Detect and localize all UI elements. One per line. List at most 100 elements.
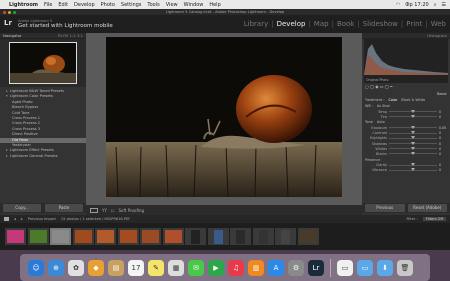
clock[interactable]: Фр 17:20 — [405, 2, 428, 8]
slider-value[interactable]: 0 — [439, 136, 447, 140]
module-develop[interactable]: Develop — [277, 20, 306, 28]
loupe-view-icon[interactable] — [90, 207, 98, 213]
menu-photo[interactable]: Photo — [101, 2, 115, 8]
gradient-icon[interactable]: ▭ — [380, 84, 384, 89]
slider-track[interactable] — [389, 131, 437, 135]
slider-knob[interactable] — [411, 136, 415, 140]
slider-knob[interactable] — [411, 131, 415, 135]
books-icon[interactable]: ▥ — [248, 259, 264, 276]
reset-button[interactable]: Reset (Adobe) — [407, 204, 447, 212]
notes-icon[interactable]: ▤ — [108, 259, 124, 276]
slider-value[interactable]: 0 — [439, 147, 447, 151]
messages-icon[interactable]: ✉ — [188, 259, 204, 276]
slider-track[interactable] — [389, 114, 437, 118]
module-slideshow[interactable]: Slideshow — [363, 20, 398, 28]
folder-icon[interactable]: ▭ — [337, 259, 353, 276]
module-book[interactable]: Book — [337, 20, 354, 28]
filmstrip-source[interactable]: Previous Import — [28, 217, 56, 221]
appstore-icon[interactable]: A — [268, 259, 284, 276]
original-photo-label[interactable]: Original Photo — [366, 78, 389, 82]
redeye-icon[interactable]: ◉ — [375, 84, 378, 89]
calendar-icon[interactable]: 17 — [128, 259, 144, 276]
slider-value[interactable]: 0 — [439, 152, 447, 156]
slider-track[interactable] — [389, 136, 437, 140]
slider-value[interactable]: 0 — [439, 115, 447, 119]
filmstrip-thumb[interactable] — [275, 228, 296, 245]
before-after-icon[interactable]: YY — [102, 208, 107, 213]
menu-lightroom[interactable]: Lightroom — [9, 2, 38, 8]
slider-value[interactable]: 0 — [439, 163, 447, 167]
slider-track[interactable] — [389, 168, 437, 172]
slider-knob[interactable] — [411, 163, 415, 167]
photos-icon[interactable]: ✿ — [68, 259, 84, 276]
slider-value[interactable]: 0 — [439, 168, 447, 172]
crop-icon[interactable]: ▢ — [365, 84, 369, 89]
tone-auto-button[interactable]: Auto — [377, 120, 385, 124]
treatment-color[interactable]: Color — [388, 98, 397, 102]
app-icon[interactable]: ◆ — [88, 259, 104, 276]
module-map[interactable]: Map — [314, 20, 329, 28]
lightroom-icon[interactable]: Lr — [308, 259, 324, 276]
slider-knob[interactable] — [411, 146, 415, 150]
minimize-button[interactable] — [8, 10, 11, 14]
menu-develop[interactable]: Develop — [74, 2, 95, 8]
music-icon[interactable]: ♫ — [228, 259, 244, 276]
grid-view-icon[interactable] — [4, 217, 9, 221]
filmstrip-thumb[interactable] — [117, 228, 139, 245]
paste-button[interactable]: Paste — [45, 204, 83, 212]
facetime-icon[interactable]: ▶ — [208, 259, 224, 276]
trash-icon[interactable]: 🗑 — [397, 259, 413, 276]
slider-knob[interactable] — [411, 151, 415, 155]
treatment-bw[interactable]: Black & White — [401, 98, 425, 102]
slider-value[interactable]: 0 — [439, 131, 447, 135]
forward-arrow-icon[interactable]: ▸ — [21, 217, 23, 221]
wifi-icon[interactable]: ◠ — [396, 2, 400, 8]
filmstrip-thumb[interactable] — [207, 228, 229, 245]
slider-track[interactable] — [389, 163, 437, 167]
slider-value[interactable]: 0 — [439, 142, 447, 146]
slider-knob[interactable] — [411, 141, 415, 145]
identity-plate[interactable]: Adobe Lightroom 5 Get started with Light… — [18, 19, 113, 29]
copy-button[interactable]: Copy... — [3, 204, 41, 212]
menu-settings[interactable]: Settings — [121, 2, 142, 8]
module-web[interactable]: Web — [431, 20, 446, 28]
finder2-icon[interactable]: ▦ — [168, 259, 184, 276]
menu-help[interactable]: Help — [209, 2, 220, 8]
back-arrow-icon[interactable]: ◂ — [14, 217, 16, 221]
spot-icon[interactable]: ◯ — [370, 84, 374, 89]
soft-proofing-checkbox[interactable]: ☐ — [111, 208, 115, 213]
notes2-icon[interactable]: ✎ — [148, 259, 164, 276]
navigator-zoom[interactable]: Fit Fill 1:1 3:1 — [58, 33, 83, 38]
filmstrip-thumb[interactable] — [185, 228, 206, 245]
menu-edit[interactable]: Edit — [58, 2, 68, 8]
slider-vibrance[interactable]: Vibrance 0 — [362, 168, 450, 173]
slider-track[interactable] — [389, 141, 437, 145]
slider-value[interactable]: 0 — [439, 110, 447, 114]
previous-button[interactable]: Previous — [365, 204, 405, 212]
module-print[interactable]: Print — [406, 20, 422, 28]
brush-icon[interactable]: ━ — [390, 84, 392, 89]
slider-knob[interactable] — [411, 114, 415, 118]
slider-knob[interactable] — [411, 168, 415, 172]
safari-icon[interactable]: ⊕ — [48, 259, 64, 276]
settings-icon[interactable]: ⚙ — [288, 259, 304, 276]
navigator-preview[interactable] — [0, 39, 86, 87]
filmstrip-thumb[interactable] — [230, 228, 251, 245]
filmstrip-thumb[interactable] — [27, 228, 49, 245]
slider-track[interactable] — [389, 151, 437, 155]
filmstrip-thumb[interactable] — [72, 228, 94, 245]
navigator-thumbnail[interactable] — [9, 42, 77, 84]
filmstrip-thumb[interactable] — [140, 228, 161, 245]
photo-preview[interactable] — [106, 37, 342, 197]
finder-icon[interactable]: ☺ — [28, 259, 44, 276]
filmstrip-thumb[interactable] — [5, 228, 26, 245]
basic-header[interactable]: Basic — [362, 90, 450, 97]
slider-knob[interactable] — [411, 109, 415, 113]
list-icon[interactable]: ☰ — [442, 2, 446, 8]
menu-file[interactable]: File — [44, 2, 52, 8]
filter-select[interactable]: Filters Off — [422, 217, 446, 221]
filmstrip-thumb[interactable] — [50, 228, 71, 245]
module-library[interactable]: Library — [244, 20, 268, 28]
menu-tools[interactable]: Tools — [147, 2, 159, 8]
slider-value[interactable]: 0.00 — [439, 126, 447, 130]
